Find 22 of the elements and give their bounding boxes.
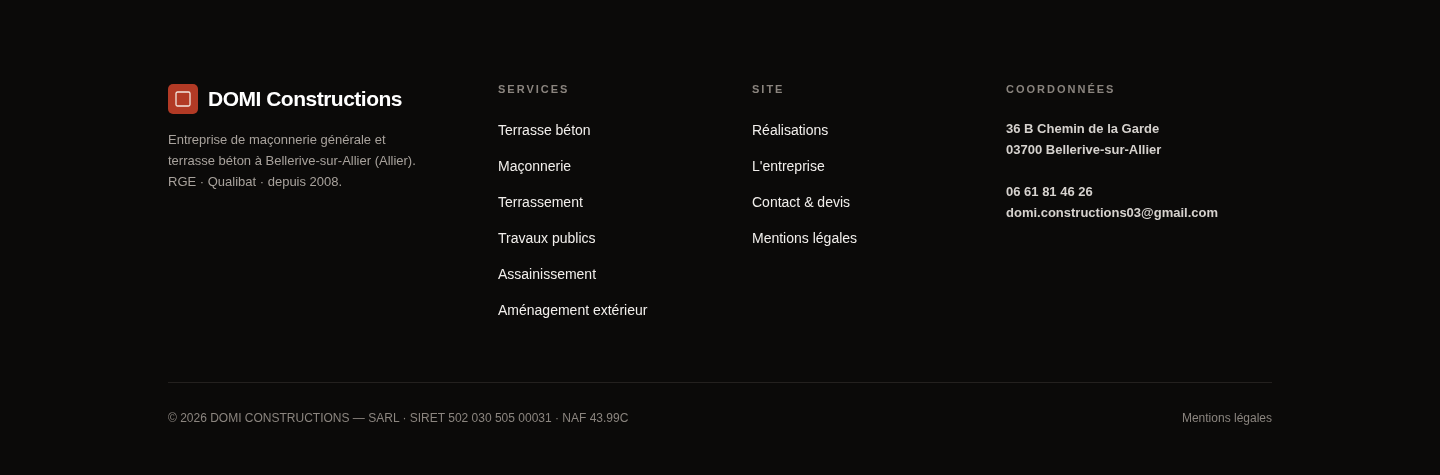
footer-link[interactable]: Assainissement xyxy=(498,264,597,284)
brand-name: DOMI Constructions xyxy=(208,86,402,112)
address-line: 36 B Chemin de la Garde xyxy=(1006,120,1161,138)
logo-icon xyxy=(168,83,198,114)
footer-link[interactable]: Terrassement xyxy=(498,192,583,212)
brand-description: Entreprise de maçonnerie générale et terrasse béton à Bellerive-sur-Allier (Allier). RGE · Qualibat · depuis 2008. xyxy=(168,130,417,191)
footer-link[interactable]: Réalisations xyxy=(752,120,829,140)
footer-link[interactable]: Maçonnerie xyxy=(498,156,572,176)
footer-link[interactable]: Aménagement extérieur xyxy=(498,300,648,320)
column-heading: SERVICES xyxy=(498,83,571,95)
copyright-text: © 2026 DOMI CONSTRUCTIONS — SARL · SIRET 502 030 505 00031 · NAF 43.99C xyxy=(168,410,629,427)
footer-link[interactable]: Terrasse béton xyxy=(498,120,591,140)
footer-link[interactable]: L'entreprise xyxy=(752,156,825,176)
address-line: 03700 Bellerive-sur-Allier xyxy=(1006,141,1163,159)
email-address: domi.constructions03@gmail.com xyxy=(1006,204,1220,222)
footer-link[interactable]: Mentions légales xyxy=(752,228,858,248)
column-heading: SITE xyxy=(752,83,786,95)
phone-number: 06 61 81 46 26 xyxy=(1006,183,1094,201)
footer-link[interactable]: Travaux publics xyxy=(498,228,596,248)
legal-link[interactable]: Mentions légales xyxy=(1181,409,1272,427)
column-heading: COORDONNÉES xyxy=(1006,83,1117,95)
footer-link[interactable]: Contact & devis xyxy=(752,192,851,212)
